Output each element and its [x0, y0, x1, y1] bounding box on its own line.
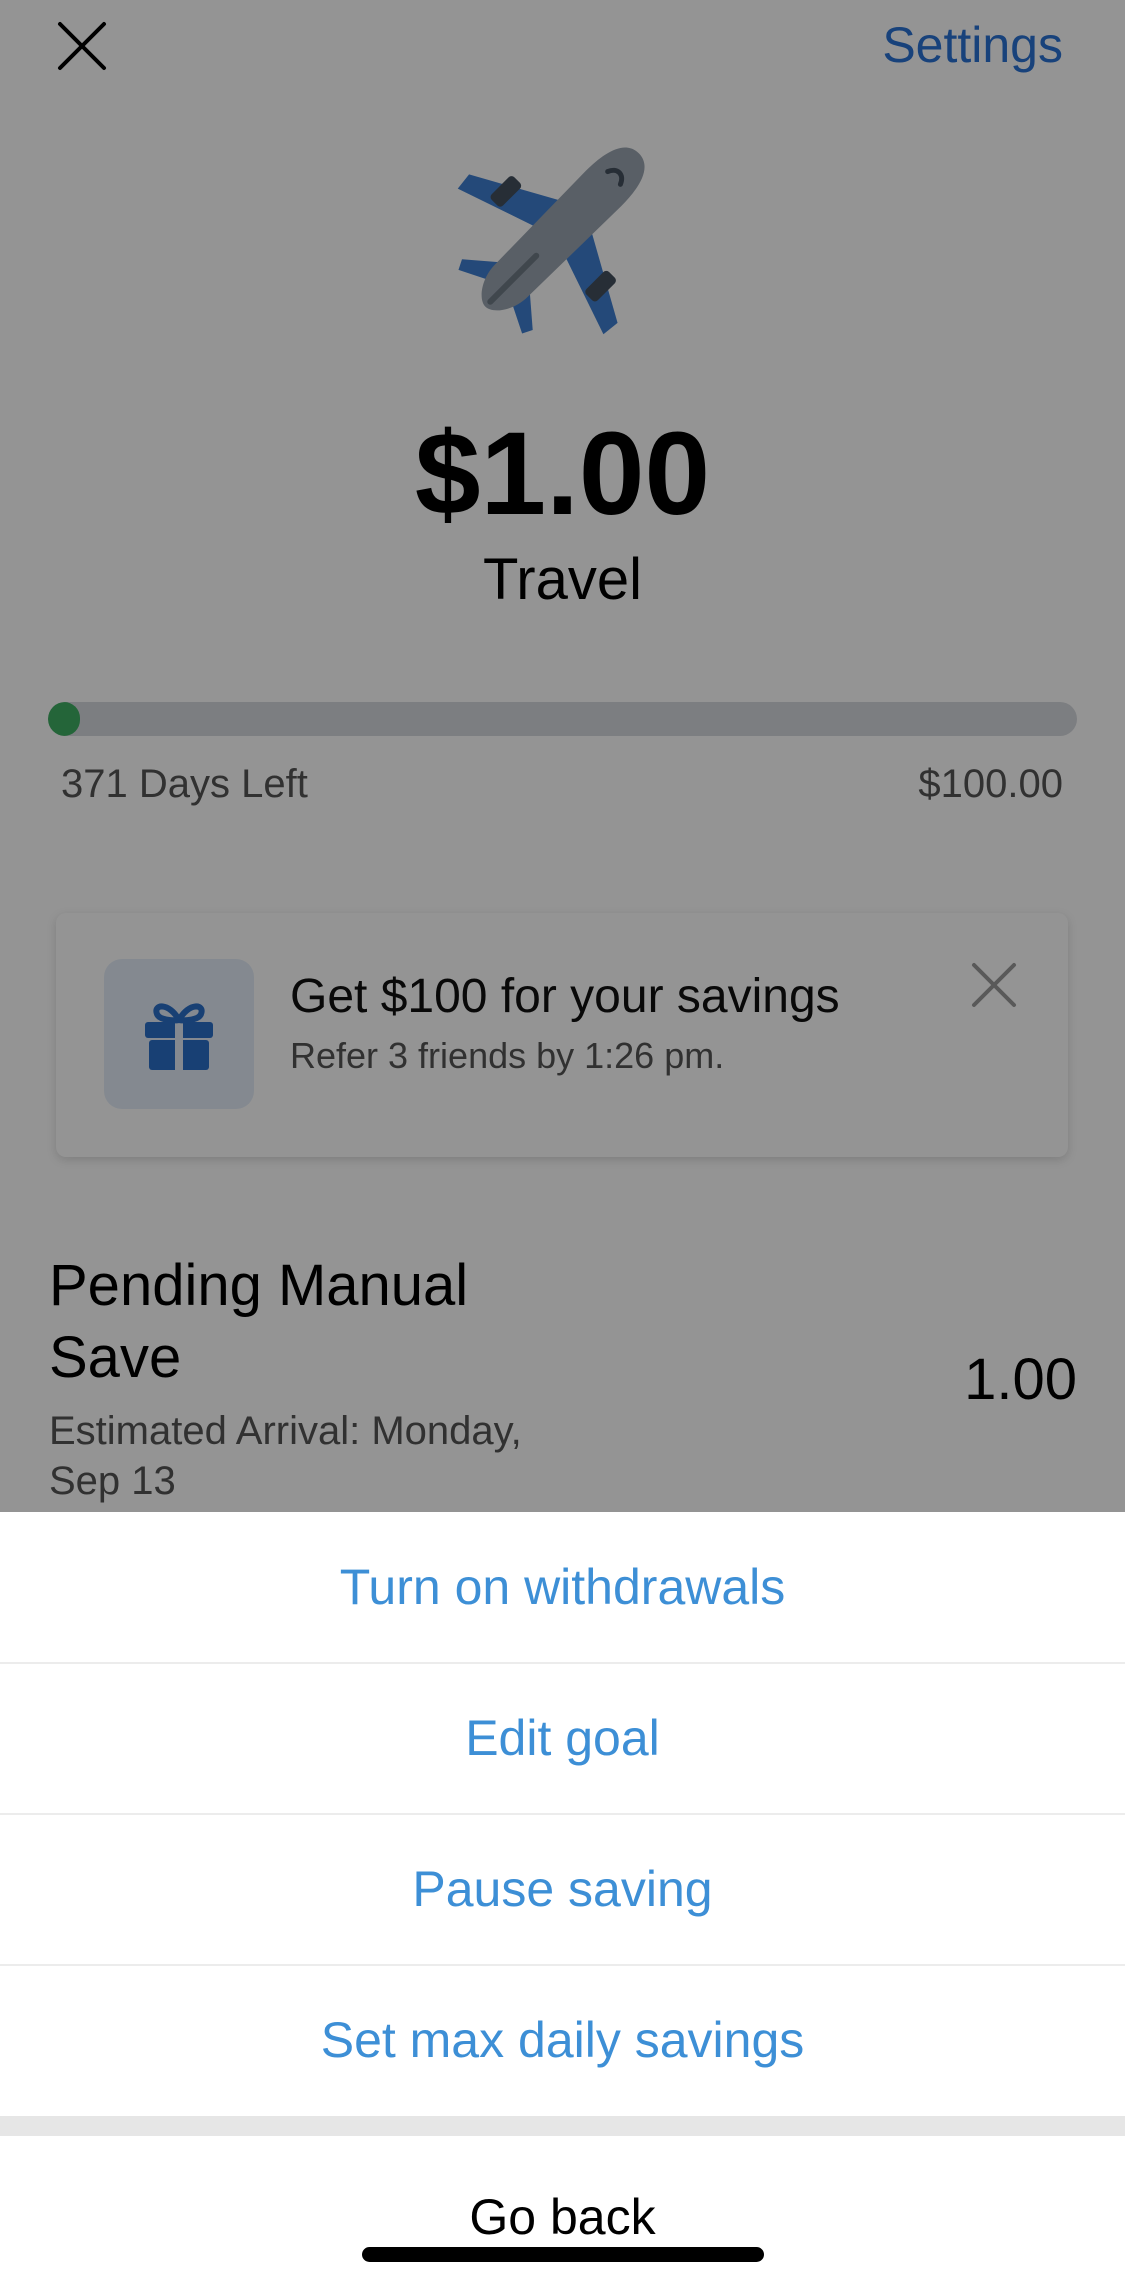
turn-on-withdrawals-button[interactable]: Turn on withdrawals — [0, 1512, 1125, 1664]
edit-goal-button[interactable]: Edit goal — [0, 1663, 1125, 1815]
modal-backdrop[interactable] — [0, 0, 1125, 1512]
action-sheet-separator — [0, 2116, 1125, 2136]
home-indicator[interactable] — [362, 2247, 764, 2262]
set-max-daily-savings-button[interactable]: Set max daily savings — [0, 1965, 1125, 2115]
pause-saving-button[interactable]: Pause saving — [0, 1814, 1125, 1966]
action-sheet: Turn on withdrawals Edit goal Pause savi… — [0, 1512, 1125, 2284]
